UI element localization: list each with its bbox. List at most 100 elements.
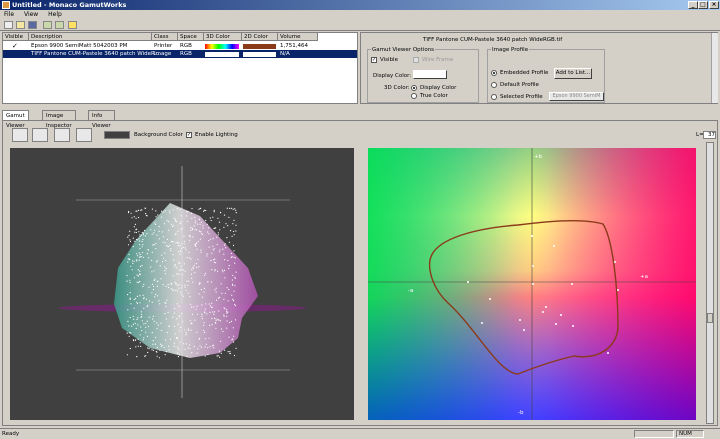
gamut-3d-point	[228, 267, 230, 270]
gamut-3d-point	[191, 217, 193, 219]
gamut-3d-point	[179, 354, 181, 356]
wireframe-checkbox[interactable]	[413, 57, 419, 63]
gamut-3d-point	[230, 256, 232, 258]
add-layer-icon[interactable]	[43, 21, 52, 29]
add-to-list-button[interactable]: Add to List...	[554, 68, 592, 79]
gamut-3d-point	[213, 344, 215, 346]
gamut-3d-point	[162, 236, 165, 238]
gamut-3d-point	[148, 348, 150, 350]
gamut-3d-point	[218, 251, 220, 253]
gamut-3d-point	[175, 283, 177, 285]
selected-profile-radio[interactable]	[491, 94, 497, 100]
gamut-3d-point	[147, 325, 149, 327]
row-3d-swatch[interactable]	[205, 43, 239, 49]
gamut-3d-point	[181, 274, 183, 276]
row-3d-swatch[interactable]	[205, 51, 239, 57]
row-description: Epson 9900 SemiMatt 5042003 PM	[31, 43, 128, 49]
gamut-3d-point	[173, 259, 175, 261]
view-front-icon[interactable]	[12, 128, 28, 142]
gamut-3d-point	[191, 269, 193, 271]
gamut-3d-point	[234, 262, 236, 264]
visible-checkbox[interactable]: ✓	[371, 57, 377, 63]
gamut-3d-point	[223, 307, 225, 309]
menu-view[interactable]: View	[24, 11, 38, 18]
gamut-3d-point	[154, 278, 156, 280]
tab-info-viewer[interactable]: Info Viewer	[88, 110, 115, 129]
col-class[interactable]: Class	[152, 33, 178, 41]
gamut-3d-point	[160, 322, 162, 324]
gamut-3d-point	[174, 281, 176, 283]
col-volume[interactable]: Volume	[278, 33, 318, 41]
view-top-icon[interactable]	[54, 128, 70, 142]
display-color-radio[interactable]	[411, 85, 417, 91]
gamut-3d-point	[152, 244, 154, 246]
gamut-3d-point	[127, 309, 129, 311]
minimize-button[interactable]: _	[688, 1, 698, 9]
gamut-3d-point	[153, 244, 155, 246]
gamut-3d-point	[176, 318, 178, 320]
gamut-3d-point	[135, 231, 137, 234]
col-3d-color[interactable]: 3D Color	[204, 33, 242, 41]
row-2d-swatch[interactable]	[243, 51, 276, 57]
background-color-swatch[interactable]	[104, 131, 130, 139]
display-color-swatch[interactable]	[413, 70, 447, 79]
gamut-3d-point	[152, 318, 154, 320]
tab-image-inspector[interactable]: Image Inspector	[42, 110, 76, 129]
gamut-3d-point	[235, 319, 237, 321]
close-button[interactable]: ×	[709, 1, 719, 9]
remove-layer-icon[interactable]	[55, 21, 64, 29]
gamut-3d-point	[177, 245, 179, 247]
gamut-3d-point	[224, 277, 226, 279]
table-row-selected[interactable]: TIFF Pantone CUM-Pastele 3640 patch Wide…	[3, 50, 357, 58]
gamut-3d-point	[232, 300, 235, 302]
gamut-3d-point	[227, 311, 229, 313]
gamut-3d-point	[146, 306, 148, 308]
gamut-3d-view[interactable]	[10, 148, 354, 420]
open-icon[interactable]	[16, 21, 25, 29]
gamut-2d-points	[467, 235, 619, 354]
embedded-profile-radio[interactable]	[491, 70, 497, 76]
maximize-button[interactable]: □	[698, 1, 708, 9]
gamut-3d-point	[139, 342, 141, 344]
tab-gamut-viewer[interactable]: Gamut Viewer	[2, 110, 29, 129]
lightness-slider[interactable]	[706, 142, 714, 424]
save-icon[interactable]	[28, 21, 37, 29]
properties-scrollbar[interactable]	[711, 33, 718, 103]
gamut-3d-point	[162, 261, 164, 263]
col-2d-color[interactable]: 2D Color	[242, 33, 278, 41]
lightness-slider-thumb[interactable]	[707, 313, 713, 323]
true-color-radio[interactable]	[411, 93, 417, 99]
gamut-3d-point	[127, 320, 129, 322]
gamut-3d-point	[132, 323, 134, 325]
table-row[interactable]: ✓ Epson 9900 SemiMatt 5042003 PM Printer…	[3, 42, 357, 50]
gamut-3d-point	[170, 288, 172, 290]
visible-check[interactable]: ✓	[12, 42, 18, 50]
view-side-icon[interactable]	[32, 128, 48, 142]
col-space[interactable]: Space	[178, 33, 204, 41]
gamut-2d-view[interactable]: +b -b +a -a	[368, 148, 696, 420]
help-icon[interactable]	[68, 21, 77, 29]
gamut-3d-point	[232, 327, 234, 329]
col-description[interactable]: Description	[29, 33, 152, 41]
gamut-3d-point	[130, 265, 132, 267]
color3d-label: 3D Color:	[384, 85, 410, 91]
new-icon[interactable]	[4, 21, 13, 29]
gamut-3d-point	[202, 224, 204, 227]
gamut-3d-point	[165, 351, 168, 353]
gamut-3d-point	[133, 298, 135, 301]
col-visible[interactable]: Visible	[3, 33, 29, 41]
profile-select[interactable]: Epson 9900 SemiM	[549, 92, 604, 101]
gamut-3d-point	[176, 352, 178, 354]
gamut-3d-point	[136, 295, 138, 297]
menu-help[interactable]: Help	[48, 11, 62, 18]
gamut-3d-point	[189, 295, 191, 298]
gamut-2d-point	[614, 261, 616, 263]
default-profile-radio[interactable]	[491, 82, 497, 88]
enable-lighting-checkbox[interactable]: ✓	[186, 132, 192, 138]
row-2d-swatch[interactable]	[243, 43, 276, 49]
menu-file[interactable]: File	[4, 11, 14, 18]
lightness-input[interactable]: 37	[703, 131, 716, 139]
row-volume: 1,751,464	[280, 43, 308, 49]
gamut-3d-point	[187, 328, 189, 330]
view-iso-icon[interactable]	[76, 128, 92, 142]
